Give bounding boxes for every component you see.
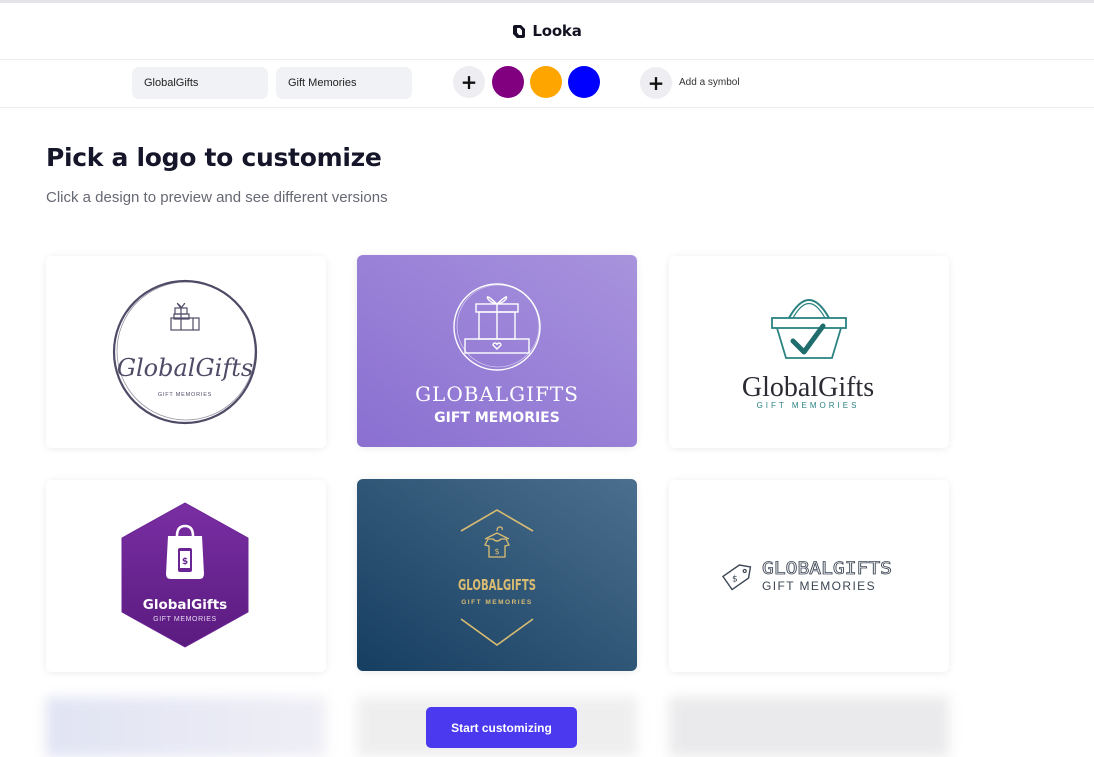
add-symbol-button[interactable]: +	[640, 67, 672, 99]
logo-card-5-name: GLOBALGIFTS	[458, 576, 536, 594]
logo-card-2-slogan: GIFT MEMORIES	[434, 410, 560, 426]
looka-mark-icon	[512, 24, 527, 39]
logo-card-2[interactable]: GLOBALGIFTS GIFT MEMORIES	[357, 255, 637, 447]
svg-text:$: $	[182, 557, 188, 567]
add-symbol-label[interactable]: Add a symbol	[679, 77, 740, 88]
svg-text:$: $	[732, 574, 738, 584]
brand-name: Looka	[532, 22, 582, 40]
logo-card-3-slogan: GIFT MEMORIES	[757, 401, 860, 410]
logo-card-9-blurred	[669, 697, 949, 757]
logo-card-6[interactable]: $ GLOBALGIFTS GIFT MEMORIES	[669, 480, 949, 672]
logo-card-1-name: GlobalGifts	[117, 354, 253, 382]
price-tag-icon: $	[721, 564, 752, 591]
design-toolbar: GlobalGifts Gift Memories + + Add a symb…	[0, 60, 1094, 108]
plus-icon: +	[647, 71, 665, 95]
logo-card-6-name: GLOBALGIFTS	[762, 559, 892, 579]
logo-card-2-name: GLOBALGIFTS	[415, 382, 579, 406]
logo-card-6-slogan: GIFT MEMORIES	[762, 579, 876, 593]
color-swatch-purple[interactable]	[492, 66, 524, 98]
logo-card-5[interactable]: $ GLOBALGIFTS GIFT MEMORIES	[357, 479, 637, 671]
logo-card-5-slogan: GIFT MEMORIES	[461, 599, 533, 606]
plus-icon: +	[460, 70, 478, 94]
app-header: Looka	[0, 3, 1094, 60]
logo-card-1-slogan: GIFT MEMORIES	[158, 392, 212, 398]
logo-card-4-name: GlobalGifts	[143, 597, 227, 613]
logo-card-3-name: GlobalGifts	[742, 372, 874, 403]
logo-card-7-blurred	[46, 697, 326, 757]
page-subtitle: Click a design to preview and see differ…	[46, 189, 388, 206]
color-swatch-blue[interactable]	[568, 66, 600, 98]
logo-card-1[interactable]: GlobalGifts GIFT MEMORIES	[46, 256, 326, 448]
logo-card-4[interactable]: $ GlobalGifts GIFT MEMORIES	[46, 480, 326, 672]
svg-text:$: $	[494, 547, 499, 556]
logo-card-4-slogan: GIFT MEMORIES	[153, 616, 217, 623]
logo-card-3[interactable]: GlobalGifts GIFT MEMORIES	[669, 256, 949, 448]
business-name-input[interactable]: GlobalGifts	[132, 67, 268, 99]
page-title: Pick a logo to customize	[46, 143, 382, 172]
slogan-input[interactable]: Gift Memories	[276, 67, 412, 99]
color-swatch-orange[interactable]	[530, 66, 562, 98]
add-color-button[interactable]: +	[453, 66, 485, 98]
start-customizing-button[interactable]: Start customizing	[426, 707, 577, 748]
brand[interactable]: Looka	[512, 22, 582, 40]
shopping-basket-check-icon	[771, 299, 847, 359]
gift-boxes-icon	[170, 302, 200, 331]
